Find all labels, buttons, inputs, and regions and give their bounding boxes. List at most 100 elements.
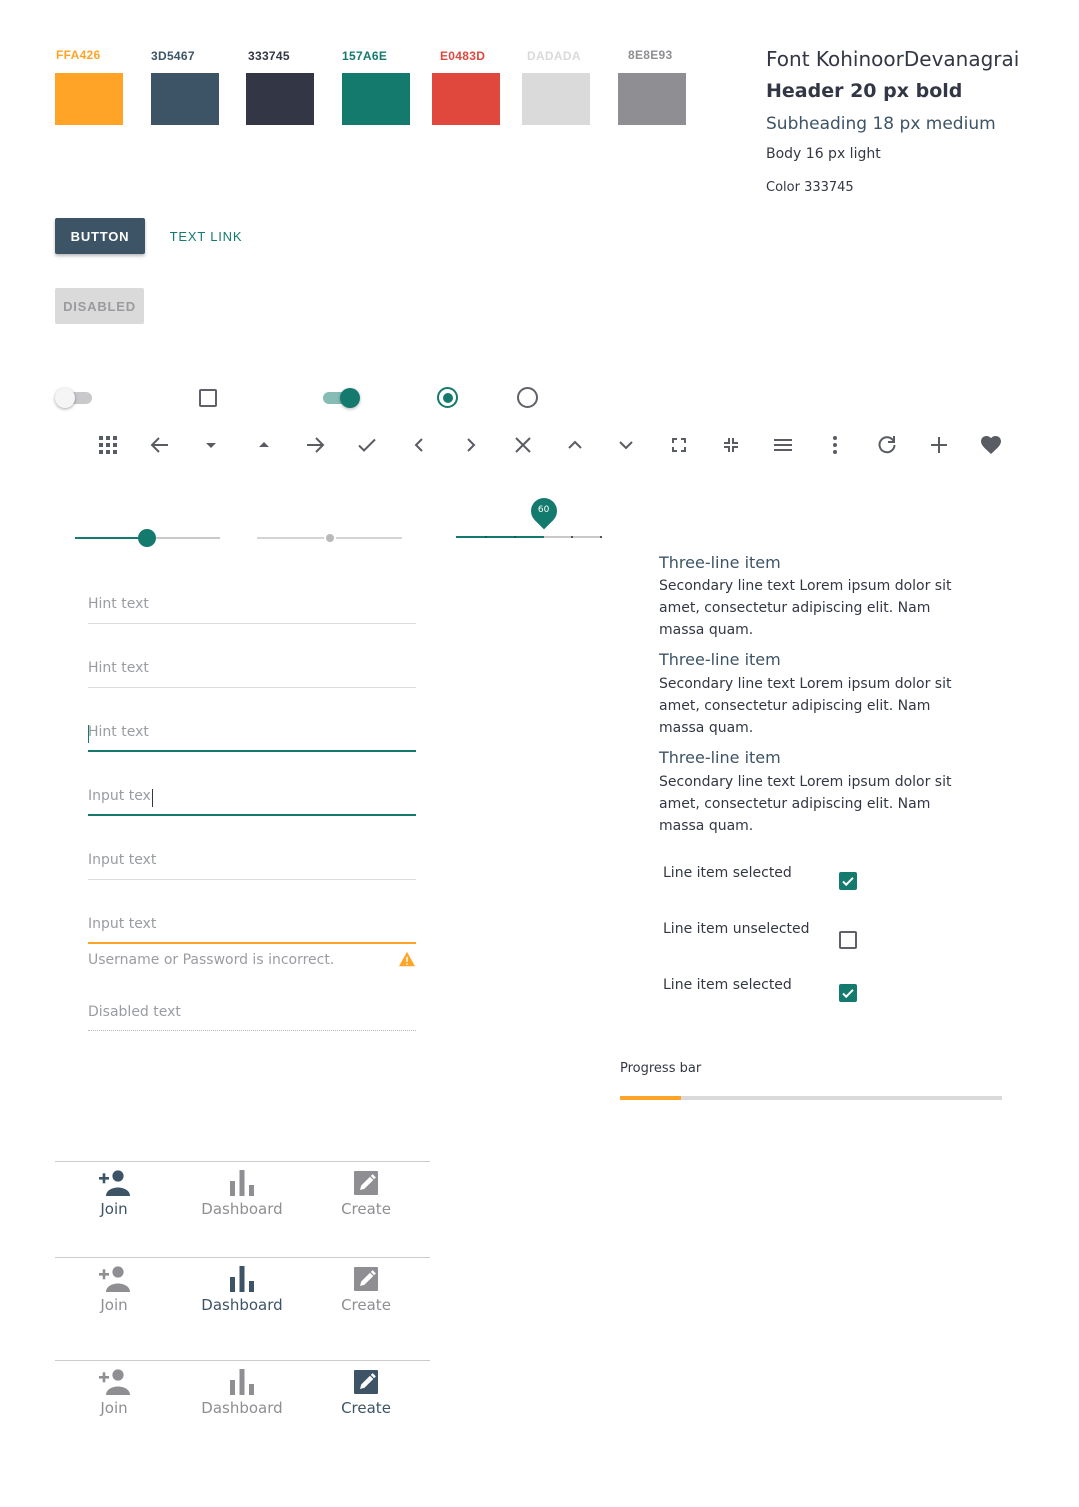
checkbox-unchecked[interactable] bbox=[199, 389, 217, 407]
list-item-title: Three-line item bbox=[659, 650, 781, 669]
edit-icon bbox=[354, 1267, 378, 1291]
toggle-on[interactable] bbox=[322, 388, 362, 408]
radio-unselected[interactable] bbox=[517, 387, 538, 408]
toggle-off[interactable] bbox=[55, 388, 95, 408]
nav-item-join[interactable]: Join bbox=[59, 1168, 169, 1218]
chevron-up-icon[interactable] bbox=[563, 433, 587, 457]
progress-label: Progress bar bbox=[620, 1061, 702, 1076]
heart-icon[interactable] bbox=[979, 433, 1003, 457]
slider-thumb[interactable] bbox=[137, 529, 156, 547]
text-field-filled[interactable]: Input text bbox=[88, 852, 416, 882]
text-field-focused[interactable]: Hint text bbox=[88, 724, 416, 754]
chevron-left-icon[interactable] bbox=[407, 433, 431, 457]
line-item[interactable]: Line item unselected bbox=[663, 921, 863, 951]
slider-continuous[interactable] bbox=[75, 528, 220, 548]
edit-icon bbox=[354, 1370, 378, 1394]
caret-up-icon[interactable] bbox=[252, 433, 276, 457]
field-hint: Hint text bbox=[88, 596, 149, 612]
nav-item-create[interactable]: Create bbox=[311, 1264, 421, 1314]
progress-fill bbox=[620, 1096, 682, 1100]
caret-down-icon[interactable] bbox=[199, 433, 223, 457]
nav-label: Create bbox=[341, 1399, 391, 1417]
list-item-secondary: Secondary line text Lorem ipsum dolor si… bbox=[659, 578, 952, 638]
edit-icon bbox=[354, 1171, 378, 1195]
fullscreen-icon[interactable] bbox=[667, 433, 691, 457]
nav-item-join[interactable]: Join bbox=[59, 1367, 169, 1417]
header-sample: Header 20 px bold bbox=[766, 80, 963, 102]
bottom-nav: Join Dashboard Create bbox=[55, 1360, 430, 1430]
warning-icon bbox=[398, 951, 416, 967]
field-underline bbox=[88, 750, 416, 752]
field-underline-dotted bbox=[88, 1030, 416, 1031]
nav-item-dashboard[interactable]: Dashboard bbox=[187, 1168, 297, 1218]
arrow-back-icon[interactable] bbox=[148, 433, 172, 457]
slider-tick bbox=[600, 536, 602, 538]
checkbox-unchecked[interactable] bbox=[839, 931, 857, 949]
nav-label: Create bbox=[341, 1296, 391, 1314]
bottom-nav: Join Dashboard Create bbox=[55, 1257, 430, 1327]
nav-item-create[interactable]: Create bbox=[311, 1367, 421, 1417]
slider-discrete[interactable]: 60 bbox=[456, 492, 602, 542]
check-icon[interactable] bbox=[355, 433, 379, 457]
radio-selected[interactable] bbox=[437, 387, 458, 408]
line-item[interactable]: Line item selected bbox=[663, 977, 863, 1007]
apps-icon[interactable] bbox=[96, 433, 120, 457]
text-link[interactable]: TEXT LINK bbox=[165, 218, 247, 254]
nav-label: Dashboard bbox=[201, 1399, 283, 1417]
nav-item-dashboard[interactable]: Dashboard bbox=[187, 1264, 297, 1314]
swatch-label: FFA426 bbox=[56, 48, 101, 62]
close-icon[interactable] bbox=[511, 433, 535, 457]
swatch-label: E0483D bbox=[440, 49, 486, 63]
nav-item-create[interactable]: Create bbox=[311, 1168, 421, 1218]
swatch-teal bbox=[342, 73, 410, 125]
menu-icon[interactable] bbox=[771, 433, 795, 457]
add-icon[interactable] bbox=[927, 433, 951, 457]
field-value: Input tex bbox=[88, 788, 151, 804]
bar-chart-icon bbox=[230, 1170, 254, 1196]
bar-chart-icon bbox=[230, 1266, 254, 1292]
refresh-icon[interactable] bbox=[875, 433, 899, 457]
nav-item-join[interactable]: Join bbox=[59, 1264, 169, 1314]
list-item-secondary: Secondary line text Lorem ipsum dolor si… bbox=[659, 676, 952, 736]
field-error-message: Username or Password is incorrect. bbox=[88, 952, 335, 968]
slider-fill bbox=[456, 536, 544, 538]
checkbox-checked[interactable] bbox=[839, 872, 857, 890]
swatch-label: 333745 bbox=[248, 49, 290, 63]
swatch-charcoal bbox=[246, 73, 314, 125]
more-vert-icon[interactable] bbox=[823, 433, 847, 457]
font-name: Font KohinoorDevanagrai bbox=[766, 47, 1020, 71]
nav-item-dashboard[interactable]: Dashboard bbox=[187, 1367, 297, 1417]
text-cursor bbox=[152, 789, 153, 807]
field-value: Input text bbox=[88, 852, 157, 868]
fullscreen-exit-icon[interactable] bbox=[719, 433, 743, 457]
primary-button[interactable]: BUTTON bbox=[55, 218, 145, 254]
text-field-hint[interactable]: Hint text bbox=[88, 596, 416, 626]
swatch-label: 8E8E93 bbox=[628, 48, 673, 62]
line-item[interactable]: Line item selected bbox=[663, 865, 863, 895]
slider-tick bbox=[485, 536, 487, 538]
nav-label: Join bbox=[100, 1399, 128, 1417]
subheading-sample: Subheading 18 px medium bbox=[766, 114, 996, 134]
toggle-thumb bbox=[55, 388, 75, 408]
text-field-typing[interactable]: Input tex bbox=[88, 788, 416, 818]
line-item-label: Line item selected bbox=[663, 865, 792, 881]
disabled-button: DISABLED bbox=[55, 288, 144, 324]
field-underline bbox=[88, 942, 416, 944]
text-field-hint[interactable]: Hint text bbox=[88, 660, 416, 690]
swatch-label: DADADA bbox=[527, 49, 581, 63]
nav-label: Join bbox=[100, 1296, 128, 1314]
chevron-down-icon[interactable] bbox=[614, 433, 638, 457]
list-item-title: Three-line item bbox=[659, 748, 781, 767]
slider-value-label: 60 bbox=[537, 505, 550, 515]
toggle-thumb bbox=[340, 388, 360, 408]
swatch-light-gray bbox=[522, 73, 590, 125]
chevron-right-icon[interactable] bbox=[459, 433, 483, 457]
slider-tick bbox=[514, 536, 516, 538]
swatch-label: 3D5467 bbox=[151, 49, 195, 63]
body-sample: Body 16 px light bbox=[766, 146, 881, 162]
slider-tick bbox=[571, 536, 573, 538]
arrow-forward-icon[interactable] bbox=[303, 433, 327, 457]
nav-label: Dashboard bbox=[201, 1200, 283, 1218]
checkbox-checked[interactable] bbox=[839, 984, 857, 1002]
text-field-error[interactable]: Input text Username or Password is incor… bbox=[88, 916, 416, 976]
